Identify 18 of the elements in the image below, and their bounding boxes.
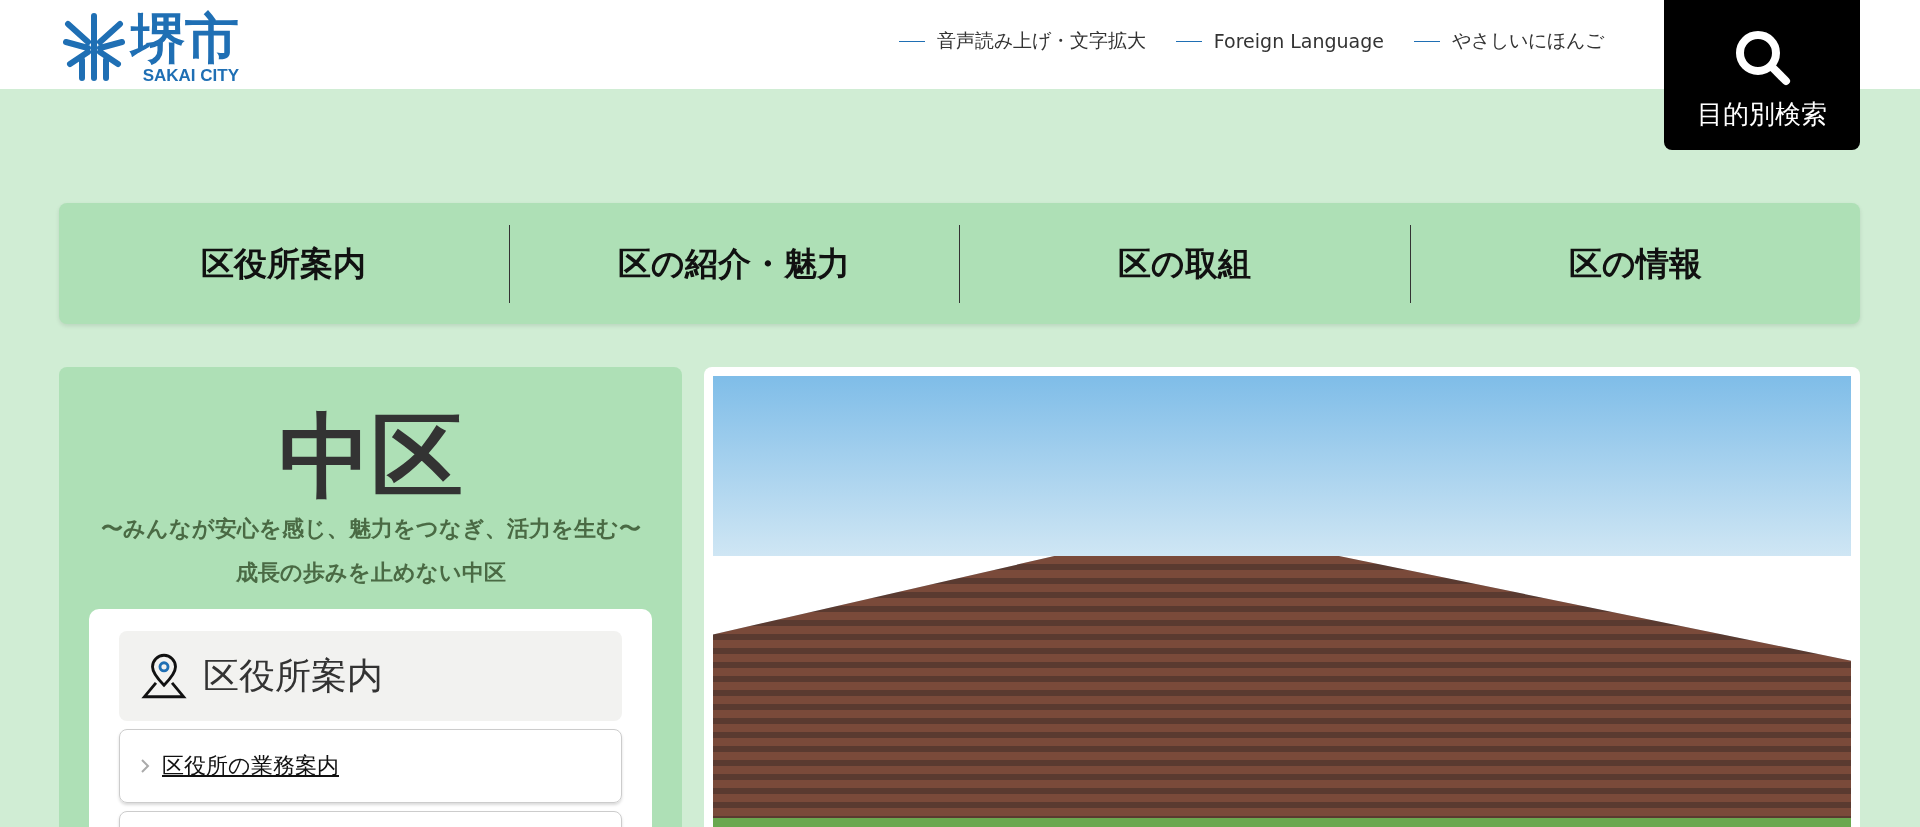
logo-icon <box>63 12 125 82</box>
nav-item[interactable]: 区の情報 <box>1409 224 1860 303</box>
ward-tagline: 成長の歩みを止めない中区 <box>235 559 506 587</box>
logo-title[interactable]: 堺市 <box>131 10 239 68</box>
nav-item[interactable]: 区の取組 <box>959 224 1410 303</box>
list-link[interactable]: 区役所の業務案内 <box>119 729 622 803</box>
ward-tagline: 〜みんなが安心を感じ、魅力をつなぎ、活力を生む〜 <box>100 515 641 543</box>
nav-item[interactable]: 区の紹介・魅力 <box>508 224 959 303</box>
chevron-icon <box>140 758 150 774</box>
search-button[interactable]: 目的別検索 <box>1664 0 1860 150</box>
nav-item[interactable]: 区役所案内 <box>59 224 509 303</box>
ward-title: 中区 <box>278 407 463 507</box>
header-link[interactable]: やさしいにほんご <box>1414 28 1604 54</box>
logo-subtitle: SAKAI CITY <box>142 68 239 84</box>
map-pin-icon <box>141 653 187 699</box>
header-link[interactable]: Foreign Language <box>1175 28 1384 54</box>
header-link[interactable]: 音声読み上げ・文字拡大 <box>898 28 1146 54</box>
card-heading: 区役所案内 <box>203 653 383 698</box>
